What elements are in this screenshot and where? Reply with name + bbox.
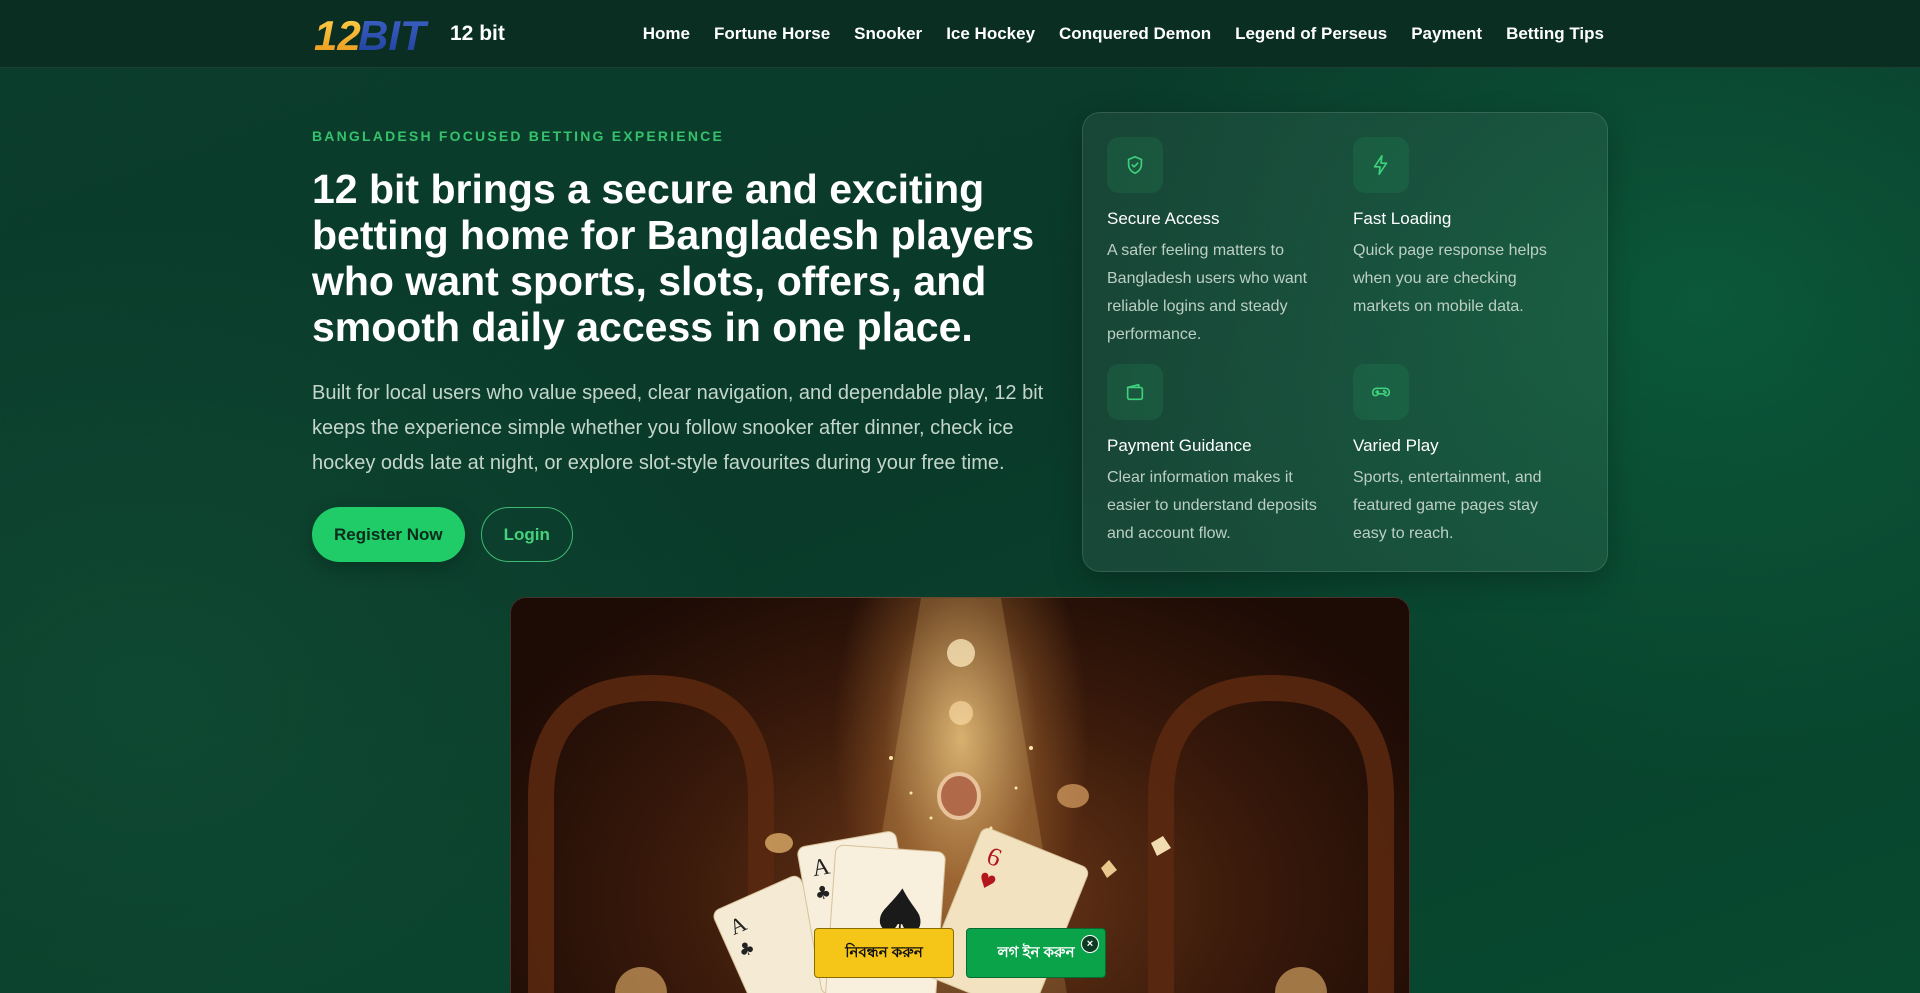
shield-check-icon xyxy=(1127,155,1143,175)
lightning-icon xyxy=(1373,155,1388,175)
brand[interactable]: 12 BIT 12 bit xyxy=(312,10,505,58)
hero-description: Built for local users who value speed, c… xyxy=(312,382,1044,474)
nav-snooker[interactable]: Snooker xyxy=(854,24,922,44)
feature-title: Payment Guidance xyxy=(1107,436,1252,455)
floating-login-button[interactable]: লগ ইন করুন × xyxy=(966,928,1106,978)
hero-eyebrow: BANGLADESH FOCUSED BETTING EXPERIENCE xyxy=(312,128,724,144)
floating-cta-bar: নিবন্ধন করুন লগ ইন করুন × xyxy=(814,928,1106,978)
hero-actions: Register Now Login xyxy=(312,507,1047,562)
wallet-icon xyxy=(1126,383,1144,401)
feature-secure-access: Secure Access A safer feeling matters to… xyxy=(1107,137,1327,349)
nav-home[interactable]: Home xyxy=(643,24,690,44)
nav-ice-hockey[interactable]: Ice Hockey xyxy=(946,24,1035,44)
nav-fortune-horse[interactable]: Fortune Horse xyxy=(714,24,830,44)
svg-text:BIT: BIT xyxy=(358,12,429,58)
nav-conquered-demon[interactable]: Conquered Demon xyxy=(1059,24,1211,44)
nav-payment[interactable]: Payment xyxy=(1411,24,1482,44)
hero-section: BANGLADESH FOCUSED BETTING EXPERIENCE 12… xyxy=(312,128,1047,562)
nav-legend-of-perseus[interactable]: Legend of Perseus xyxy=(1235,24,1387,44)
login-button[interactable]: Login xyxy=(480,507,573,562)
brand-logo[interactable]: 12 BIT xyxy=(312,10,440,58)
site-header: 12 BIT 12 bit Home Fortune Horse Snooker… xyxy=(0,0,1920,68)
feature-varied-play: Varied Play Sports, entertainment, and f… xyxy=(1353,364,1573,548)
feature-text: Quick page response helps when you are c… xyxy=(1353,242,1547,315)
close-icon[interactable]: × xyxy=(1081,935,1099,953)
nav-betting-tips[interactable]: Betting Tips xyxy=(1506,24,1604,44)
features-card: Secure Access A safer feeling matters to… xyxy=(1082,112,1608,572)
register-now-button[interactable]: Register Now xyxy=(312,507,465,562)
feature-payment-guidance: Payment Guidance Clear information makes… xyxy=(1107,364,1327,548)
brand-name[interactable]: 12 bit xyxy=(450,22,505,46)
hero-title: 12 bit brings a secure and exciting bett… xyxy=(312,166,1035,350)
main-nav: Home Fortune Horse Snooker Ice Hockey Co… xyxy=(643,0,1604,68)
floating-login-label: লগ ইন করুন xyxy=(997,943,1075,961)
feature-text: Sports, entertainment, and featured game… xyxy=(1353,469,1542,542)
feature-fast-loading: Fast Loading Quick page response helps w… xyxy=(1353,137,1573,321)
feature-title: Secure Access xyxy=(1107,209,1220,228)
floating-register-button[interactable]: নিবন্ধন করুন xyxy=(814,928,954,978)
feature-text: Clear information makes it easier to und… xyxy=(1107,469,1317,542)
feature-title: Fast Loading xyxy=(1353,209,1452,228)
svg-text:12: 12 xyxy=(314,12,361,58)
gamepad-icon xyxy=(1371,387,1391,397)
feature-text: A safer feeling matters to Bangladesh us… xyxy=(1107,242,1308,343)
feature-title: Varied Play xyxy=(1353,436,1439,455)
